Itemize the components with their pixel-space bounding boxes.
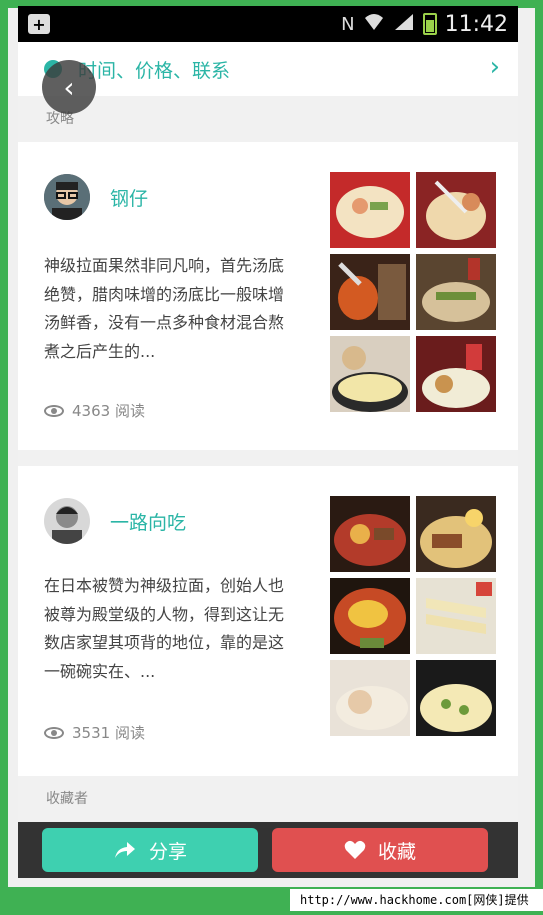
- read-count-label: 4363 阅读: [72, 402, 145, 420]
- info-title: 时间、价格、联系: [78, 60, 231, 82]
- avatar: [44, 498, 90, 544]
- watermark: http://www.hackhome.com[网侠]提供: [290, 889, 543, 911]
- notification-icon: +: [28, 14, 50, 34]
- card-divider: [18, 450, 518, 466]
- battery-icon: [422, 13, 437, 35]
- action-bar: 分享 收藏: [18, 822, 518, 878]
- section-strategy: 攻略: [18, 96, 518, 142]
- post-description: 在日本被赞为神级拉面，创始人也被尊为殿堂级的人物，得到这让无数店家望其项背的地位…: [44, 576, 285, 681]
- page-content: 时间、价格、联系 › 攻略 钢仔 神级拉面果然非同凡响，首先汤底绝赞，腊肉味增的…: [18, 42, 518, 822]
- post-card-2[interactable]: 一路向吃 在日本被赞为神级拉面，创始人也被尊为殿堂级的人物，得到这让无数店家望其…: [18, 466, 518, 772]
- photo-grid: [330, 496, 496, 736]
- read-count: 3531 阅读: [44, 722, 145, 743]
- status-time: 11:42: [444, 11, 508, 37]
- food-photo[interactable]: [330, 660, 410, 736]
- photo-grid: [330, 172, 496, 412]
- section-collectors: 收藏者: [18, 776, 518, 822]
- food-photo[interactable]: [330, 496, 410, 572]
- food-photo[interactable]: [330, 336, 410, 412]
- avatar: [44, 174, 90, 220]
- eye-icon: [44, 726, 64, 739]
- read-count-label: 3531 阅读: [72, 724, 145, 742]
- food-photo[interactable]: [416, 336, 496, 412]
- food-photo[interactable]: [416, 254, 496, 330]
- heart-icon: [344, 840, 366, 859]
- chevron-right-icon: ›: [489, 52, 500, 82]
- favorite-button[interactable]: 收藏: [272, 828, 488, 872]
- back-button[interactable]: ‹: [42, 60, 96, 114]
- food-photo[interactable]: [330, 172, 410, 248]
- share-arrow-icon: [114, 842, 135, 858]
- post-card-1[interactable]: 钢仔 神级拉面果然非同凡响，首先汤底绝赞，腊肉味增的汤底比一般味增汤鲜香，没有一…: [18, 142, 518, 450]
- share-button[interactable]: 分享: [42, 828, 258, 872]
- chevron-left-icon: ‹: [63, 70, 75, 104]
- food-photo[interactable]: [416, 496, 496, 572]
- food-photo[interactable]: [416, 172, 496, 248]
- favorite-label: 收藏: [377, 840, 416, 863]
- share-label: 分享: [148, 840, 187, 863]
- read-count: 4363 阅读: [44, 400, 145, 421]
- nfc-icon: N: [341, 13, 355, 35]
- author-name[interactable]: 钢仔: [110, 184, 148, 211]
- food-photo[interactable]: [416, 578, 496, 654]
- eye-icon: [44, 404, 64, 417]
- food-photo[interactable]: [330, 578, 410, 654]
- author-name[interactable]: 一路向吃: [110, 508, 186, 535]
- signal-icon: [393, 12, 415, 37]
- status-bar: + N 11:42: [18, 6, 518, 42]
- post-description: 神级拉面果然非同凡响，首先汤底绝赞，腊肉味增的汤底比一般味增汤鲜香，没有一点多种…: [44, 256, 285, 361]
- food-photo[interactable]: [416, 660, 496, 736]
- food-photo[interactable]: [330, 254, 410, 330]
- wifi-icon: [363, 12, 385, 37]
